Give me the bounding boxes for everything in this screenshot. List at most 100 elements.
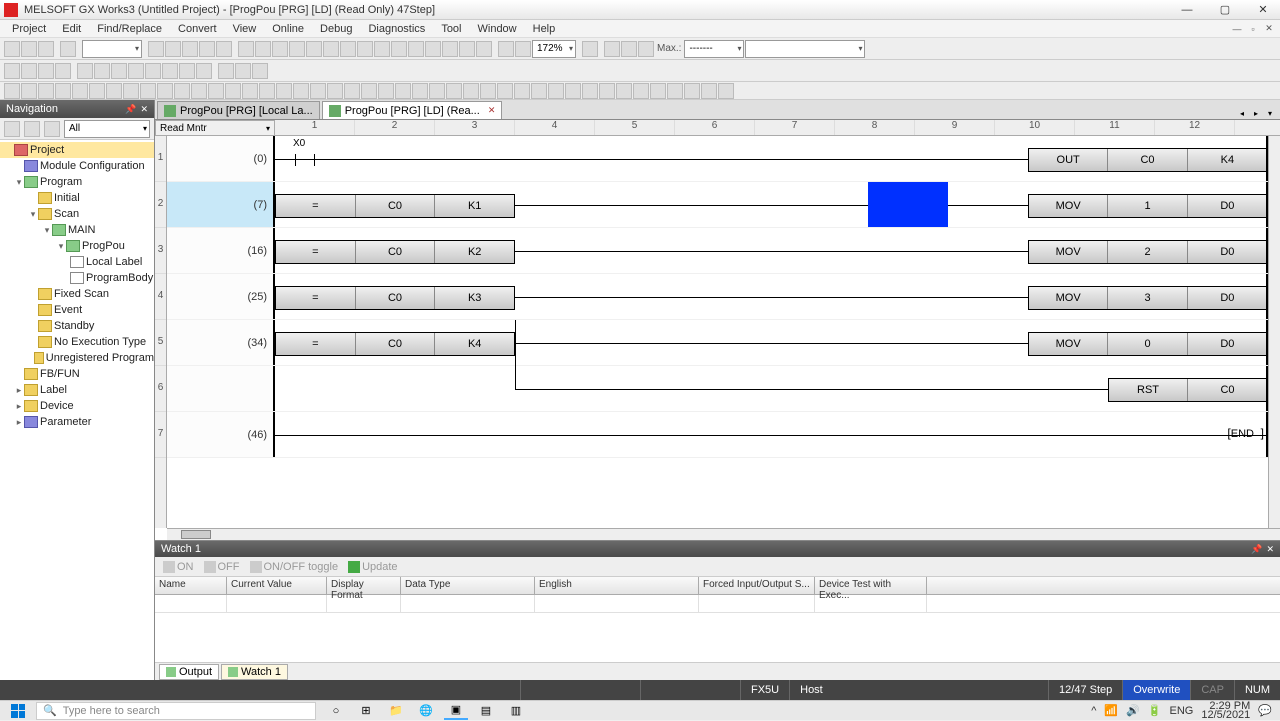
- menu-find-replace[interactable]: Find/Replace: [89, 23, 170, 35]
- t3-34[interactable]: [565, 83, 581, 99]
- t3-19[interactable]: [310, 83, 326, 99]
- tab-close-icon[interactable]: ✕: [488, 105, 496, 116]
- tray-network-icon[interactable]: 📶: [1104, 704, 1118, 717]
- taskbar-search[interactable]: 🔍Type here to search: [36, 702, 316, 720]
- tree-project[interactable]: Project: [0, 142, 154, 158]
- t3-27[interactable]: [446, 83, 462, 99]
- instr-mov-3[interactable]: MOV 3 D0: [1028, 286, 1268, 310]
- tb-c2[interactable]: [604, 41, 620, 57]
- menu-view[interactable]: View: [225, 23, 265, 35]
- nav-close[interactable]: ✕: [140, 104, 148, 115]
- watch-on-button[interactable]: ON: [159, 559, 198, 575]
- tray-clock[interactable]: 2:29 PM12/5/2021: [1201, 702, 1250, 720]
- tb-zoom[interactable]: 172%: [532, 40, 576, 58]
- tb-combo-1[interactable]: [82, 40, 142, 58]
- tab-watch1[interactable]: Watch 1: [221, 664, 288, 680]
- t3-15[interactable]: [242, 83, 258, 99]
- tree-parameter[interactable]: ▸Parameter: [0, 414, 154, 430]
- tb-b6[interactable]: [323, 41, 339, 57]
- t3-30[interactable]: [497, 83, 513, 99]
- t3-21[interactable]: [344, 83, 360, 99]
- tb-b9[interactable]: [374, 41, 390, 57]
- instr-mov-1[interactable]: MOV 1 D0: [1028, 194, 1268, 218]
- t2-9[interactable]: [145, 63, 161, 79]
- t2-13[interactable]: [218, 63, 234, 79]
- t3-41[interactable]: [684, 83, 700, 99]
- t3-39[interactable]: [650, 83, 666, 99]
- tb-b14[interactable]: [459, 41, 475, 57]
- tree-module-config[interactable]: Module Configuration: [0, 158, 154, 174]
- tree-progpou[interactable]: ▾ProgPou: [0, 238, 154, 254]
- compare-eq-4[interactable]: = C0 K4: [275, 332, 515, 356]
- tb-b5[interactable]: [306, 41, 322, 57]
- t3-42[interactable]: [701, 83, 717, 99]
- t2-6[interactable]: [94, 63, 110, 79]
- t3-9[interactable]: [140, 83, 156, 99]
- tree-initial[interactable]: Initial: [0, 190, 154, 206]
- tree-standby[interactable]: Standby: [0, 318, 154, 334]
- tree-fbfun[interactable]: FB/FUN: [0, 366, 154, 382]
- tb-undo[interactable]: [199, 41, 215, 57]
- menu-tool[interactable]: Tool: [433, 23, 469, 35]
- selected-cell[interactable]: [868, 182, 948, 227]
- nav-btn-2[interactable]: [24, 121, 40, 137]
- tb-combo-2[interactable]: [745, 40, 865, 58]
- t3-12[interactable]: [191, 83, 207, 99]
- compare-eq-1[interactable]: = C0 K1: [275, 194, 515, 218]
- t3-16[interactable]: [259, 83, 275, 99]
- tb-b10[interactable]: [391, 41, 407, 57]
- watch-pin-icon[interactable]: 📌: [1251, 544, 1262, 555]
- t3-20[interactable]: [327, 83, 343, 99]
- minimize-button[interactable]: —: [1174, 2, 1200, 18]
- t3-22[interactable]: [361, 83, 377, 99]
- rung-2[interactable]: (7) = C0 K1 MOV 1 D0: [167, 182, 1268, 228]
- tb-new[interactable]: [4, 41, 20, 57]
- t3-4[interactable]: [55, 83, 71, 99]
- tree-no-exec[interactable]: No Execution Type: [0, 334, 154, 350]
- t3-37[interactable]: [616, 83, 632, 99]
- t3-6[interactable]: [89, 83, 105, 99]
- t2-15[interactable]: [252, 63, 268, 79]
- t3-33[interactable]: [548, 83, 564, 99]
- tabs-next[interactable]: ▸: [1250, 107, 1262, 119]
- tb-b4[interactable]: [289, 41, 305, 57]
- menu-online[interactable]: Online: [264, 23, 312, 35]
- tree-event[interactable]: Event: [0, 302, 154, 318]
- horizontal-scrollbar[interactable]: [167, 528, 1280, 540]
- instr-rst[interactable]: RST C0: [1108, 378, 1268, 402]
- nav-btn-3[interactable]: [44, 121, 60, 137]
- tree-program[interactable]: ▾Program: [0, 174, 154, 190]
- t3-25[interactable]: [412, 83, 428, 99]
- tb-b13[interactable]: [442, 41, 458, 57]
- close-button[interactable]: ✕: [1250, 2, 1276, 18]
- t3-5[interactable]: [72, 83, 88, 99]
- t2-10[interactable]: [162, 63, 178, 79]
- tray-notifications-icon[interactable]: 💬: [1258, 704, 1272, 717]
- tabs-menu[interactable]: ▾: [1264, 107, 1276, 119]
- menu-convert[interactable]: Convert: [170, 23, 225, 35]
- tb-b7[interactable]: [340, 41, 356, 57]
- chrome-icon[interactable]: 🌐: [414, 702, 438, 720]
- pin-icon[interactable]: 📌: [125, 104, 136, 115]
- tray-up-icon[interactable]: ^: [1091, 705, 1096, 717]
- t3-1[interactable]: [4, 83, 20, 99]
- ladder-editor[interactable]: Read Mntr 1 2 3 4 5 6 7 8 9 10 11 12 1 2…: [155, 120, 1280, 540]
- watch-grid[interactable]: Name Current Value Display Format Data T…: [155, 577, 1280, 662]
- watch-off-button[interactable]: OFF: [200, 559, 244, 575]
- t3-38[interactable]: [633, 83, 649, 99]
- t3-43[interactable]: [718, 83, 734, 99]
- cortana-icon[interactable]: ○: [324, 702, 348, 720]
- tb-b3[interactable]: [272, 41, 288, 57]
- tab-ladder[interactable]: ProgPou [PRG] [LD] (Rea...✕: [322, 101, 503, 119]
- t3-3[interactable]: [38, 83, 54, 99]
- t3-11[interactable]: [174, 83, 190, 99]
- t3-14[interactable]: [225, 83, 241, 99]
- vertical-scrollbar[interactable]: [1268, 136, 1280, 528]
- tb-zoom-out[interactable]: [515, 41, 531, 57]
- t2-11[interactable]: [179, 63, 195, 79]
- t2-7[interactable]: [111, 63, 127, 79]
- t3-31[interactable]: [514, 83, 530, 99]
- menu-diagnostics[interactable]: Diagnostics: [360, 23, 433, 35]
- watch-close[interactable]: ✕: [1266, 544, 1274, 555]
- taskview-icon[interactable]: ⊞: [354, 702, 378, 720]
